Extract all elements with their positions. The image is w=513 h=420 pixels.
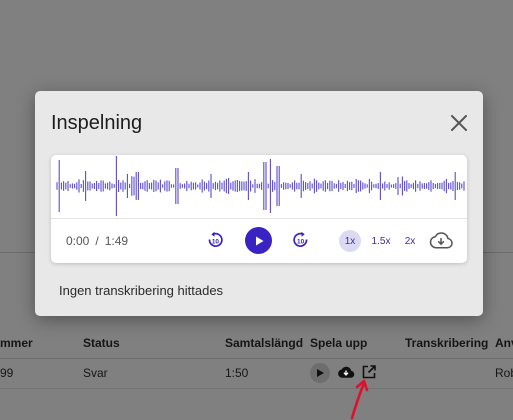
total-time: 1:49 — [104, 234, 129, 248]
waveform[interactable] — [51, 155, 467, 217]
table-row-divider — [0, 388, 513, 389]
rewind-10-button[interactable]: 10 — [205, 230, 225, 250]
column-header-duration: Samtalslängd — [225, 336, 304, 350]
play-button[interactable] — [245, 227, 272, 254]
column-header-status: Status — [83, 336, 120, 350]
rewind-label: 10 — [212, 239, 220, 246]
speed-1x-button[interactable]: 1x — [339, 230, 361, 252]
audio-player: 0:00 / 1:49 10 10 1x 1.5x 2x — [51, 155, 467, 263]
recording-dialog: Inspelning 0:00 / 1:49 10 10 1x 1.5x 2x In… — [35, 91, 483, 316]
row-play-button[interactable] — [310, 363, 330, 383]
column-header-user: Anv — [495, 336, 513, 350]
close-button[interactable] — [448, 112, 470, 134]
current-time: 0:00 — [66, 234, 90, 248]
annotation-arrow-icon — [350, 379, 369, 420]
download-button[interactable] — [429, 230, 453, 250]
speed-1-5x-button[interactable]: 1.5x — [368, 230, 394, 252]
no-transcript-message: Ingen transkribering hittades — [59, 283, 224, 298]
speed-2x-button[interactable]: 2x — [401, 230, 419, 252]
recordings-table: mmer Status Samtalslängd Spela upp Trans… — [0, 330, 513, 420]
column-header-play: Spela upp — [310, 336, 368, 350]
column-header-transcription: Transkribering — [405, 336, 489, 350]
cell-status: Svar — [83, 366, 108, 380]
cell-user: Rob — [495, 366, 513, 380]
close-icon — [451, 115, 467, 131]
forward-label: 10 — [297, 239, 305, 246]
cell-duration: 1:50 — [225, 366, 249, 380]
forward-10-icon: 10 — [293, 231, 308, 247]
player-divider — [51, 218, 467, 219]
column-header-number: mmer — [0, 336, 33, 350]
play-icon — [317, 369, 324, 377]
play-icon — [255, 236, 263, 245]
cell-number: 99 — [0, 366, 14, 380]
dialog-title: Inspelning — [51, 112, 143, 134]
table-header-divider — [0, 358, 513, 359]
forward-10-button[interactable]: 10 — [291, 230, 311, 250]
time-separator: / — [95, 234, 99, 248]
cloud-download-icon — [429, 232, 453, 249]
time-display: 0:00 / 1:49 — [66, 234, 128, 248]
rewind-10-icon: 10 — [208, 231, 223, 247]
